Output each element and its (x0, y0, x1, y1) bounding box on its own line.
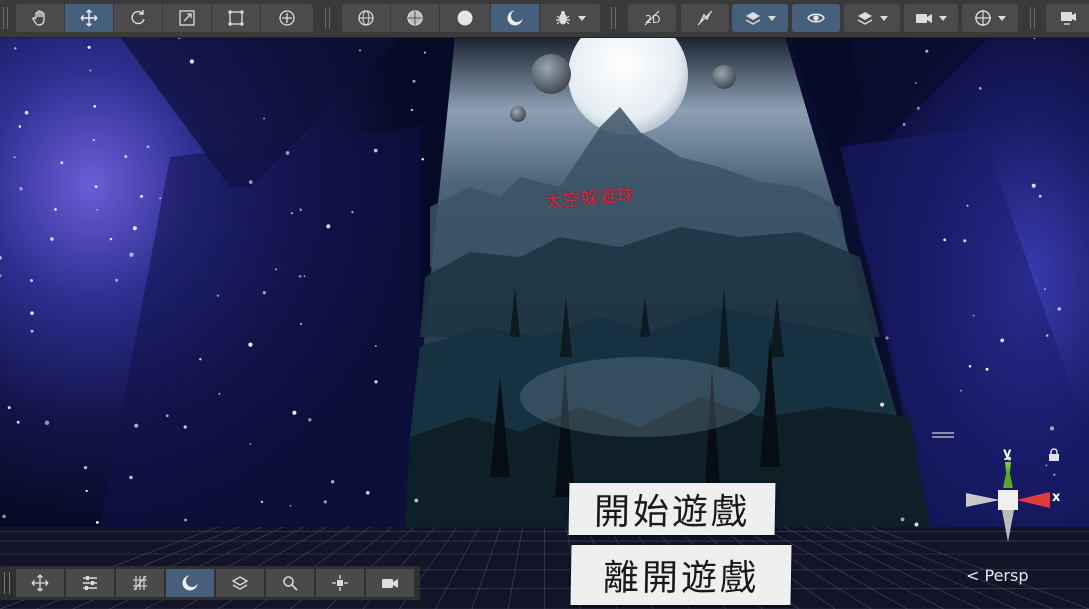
scene-toolbar: 2D (0, 0, 1089, 38)
exit-game-button[interactable]: 離開遊戲 (570, 545, 792, 605)
move-tool-button[interactable] (65, 4, 113, 32)
svg-text:2D: 2D (645, 13, 660, 26)
camera-monitor-icon (1060, 12, 1076, 25)
2d-toggle-button[interactable]: 2D (628, 4, 676, 32)
layers-icon (857, 12, 873, 25)
eye-icon (807, 13, 825, 23)
rotate-tool-button[interactable] (114, 4, 162, 32)
scene-background (0, 37, 1089, 609)
shaded-wireframe-mode-button[interactable] (391, 4, 439, 32)
effects-toggle-button[interactable] (732, 4, 788, 32)
lit-sphere-icon (182, 575, 198, 591)
transform-icon (279, 10, 295, 26)
gizmos-dropdown-button[interactable] (962, 4, 1018, 32)
shaded-wireframe-icon (407, 10, 423, 26)
overlay-grip[interactable] (4, 572, 10, 594)
scene-view[interactable]: 太空躲避球 (0, 37, 1089, 609)
grid-snap-icon (133, 575, 147, 591)
lit-mode-button[interactable] (491, 4, 539, 32)
2d-icon: 2D (644, 10, 660, 26)
overlay-lighting-button[interactable] (166, 569, 214, 597)
chevron-down-icon (880, 16, 888, 21)
toolbar-grip[interactable] (611, 7, 616, 29)
scene-visibility-toggle-button[interactable] (792, 4, 840, 32)
hand-tool-button[interactable] (16, 4, 64, 32)
overlay-search-button[interactable] (266, 569, 314, 597)
overlay-toolbar (0, 566, 420, 600)
layers-icon (231, 576, 249, 590)
toolbar-grip[interactable] (325, 7, 330, 29)
hand-icon (32, 10, 45, 26)
transform-tool-button[interactable] (261, 4, 313, 32)
resize-handle-icon[interactable] (932, 432, 954, 438)
overlay-grid-snapping-button[interactable] (116, 569, 164, 597)
layers-dropdown-button[interactable] (844, 4, 900, 32)
rotate-icon (131, 10, 145, 25)
light-off-icon (697, 10, 713, 26)
overlay-frame-selected-button[interactable] (316, 569, 364, 597)
wireframe-sphere-icon (358, 10, 374, 26)
bug-icon (556, 11, 570, 25)
chevron-down-icon (768, 16, 776, 21)
gizmo-y-label: y (1003, 446, 1012, 461)
chevron-down-icon (998, 16, 1006, 21)
frame-selected-icon (332, 575, 348, 591)
chevron-down-icon (578, 16, 586, 21)
toolbar-grip[interactable] (1030, 7, 1035, 29)
scene-camera-button[interactable] (1046, 4, 1089, 32)
lit-sphere-icon (507, 10, 523, 26)
toolbar-grip[interactable] (3, 7, 8, 29)
gizmo-icon (975, 10, 991, 26)
camera-icon (916, 14, 932, 23)
orientation-gizmo[interactable]: y x (958, 440, 1061, 550)
overlay-layers-button[interactable] (216, 569, 264, 597)
chevron-down-icon (939, 16, 947, 21)
overlay-tool-settings-button[interactable] (66, 569, 114, 597)
camera-settings-button[interactable] (904, 4, 958, 32)
gizmo-x-label: x (1052, 490, 1061, 505)
scale-tool-button[interactable] (163, 4, 211, 32)
projection-mode-toggle[interactable]: < Persp (966, 566, 1028, 585)
rect-transform-icon (228, 10, 244, 26)
wireframe-mode-button[interactable] (342, 4, 390, 32)
layers-effects-icon (745, 12, 761, 25)
shaded-sphere-icon (457, 10, 473, 26)
move-icon (31, 574, 49, 592)
move-icon (80, 9, 98, 27)
scale-icon (179, 10, 195, 26)
search-icon (283, 576, 298, 591)
debug-draw-mode-button[interactable] (540, 4, 600, 32)
overlay-camera-button[interactable] (366, 569, 414, 597)
shaded-mode-button[interactable] (440, 4, 490, 32)
start-game-button[interactable]: 開始遊戲 (568, 483, 776, 535)
overlay-move-button[interactable] (16, 569, 64, 597)
rect-tool-button[interactable] (212, 4, 260, 32)
lighting-toggle-button[interactable] (681, 4, 729, 32)
camera-icon (382, 579, 398, 588)
tool-settings-icon (83, 576, 97, 590)
